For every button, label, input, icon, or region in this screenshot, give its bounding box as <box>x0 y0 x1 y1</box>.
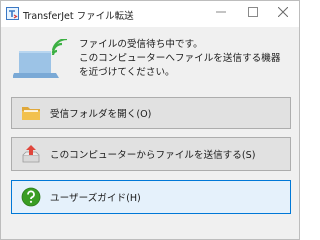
close-button[interactable] <box>267 1 299 23</box>
close-icon <box>278 7 288 17</box>
folder-icon <box>21 103 41 123</box>
window-footer <box>1 222 299 239</box>
minimize-button[interactable] <box>205 1 237 23</box>
title-bar: TransferJet ファイル転送 <box>1 1 299 27</box>
status-line: を近づけてください。 <box>79 67 175 78</box>
user-guide-button[interactable]: ユーザーズガイド(H) <box>11 180 291 214</box>
maximize-icon <box>248 7 258 17</box>
laptop-wireless-icon <box>12 37 69 81</box>
open-receive-folder-label: 受信フォルダを開く(O) <box>50 109 152 120</box>
user-guide-label: ユーザーズガイド(H) <box>50 193 141 204</box>
window-title: TransferJet ファイル転送 <box>23 11 134 22</box>
receive-status-message: ファイルの受信待ち中です。 このコンピューターへファイルを送信する機器 を近づけ… <box>79 38 294 80</box>
minimize-icon <box>216 11 226 13</box>
status-line: このコンピューターへファイルを送信する機器 <box>79 53 281 64</box>
send-upload-icon <box>21 144 41 164</box>
open-receive-folder-button[interactable]: 受信フォルダを開く(O) <box>11 97 291 129</box>
send-files-label: このコンピューターからファイルを送信する(S) <box>50 150 256 161</box>
send-files-button[interactable]: このコンピューターからファイルを送信する(S) <box>11 137 291 171</box>
transferjet-app-icon <box>6 7 19 20</box>
help-icon <box>21 187 41 207</box>
maximize-button[interactable] <box>237 1 269 23</box>
app-window: TransferJet ファイル転送 ファイルの受信待ち中です。 このコンピュー… <box>0 0 300 240</box>
status-line: ファイルの受信待ち中です。 <box>79 39 203 50</box>
